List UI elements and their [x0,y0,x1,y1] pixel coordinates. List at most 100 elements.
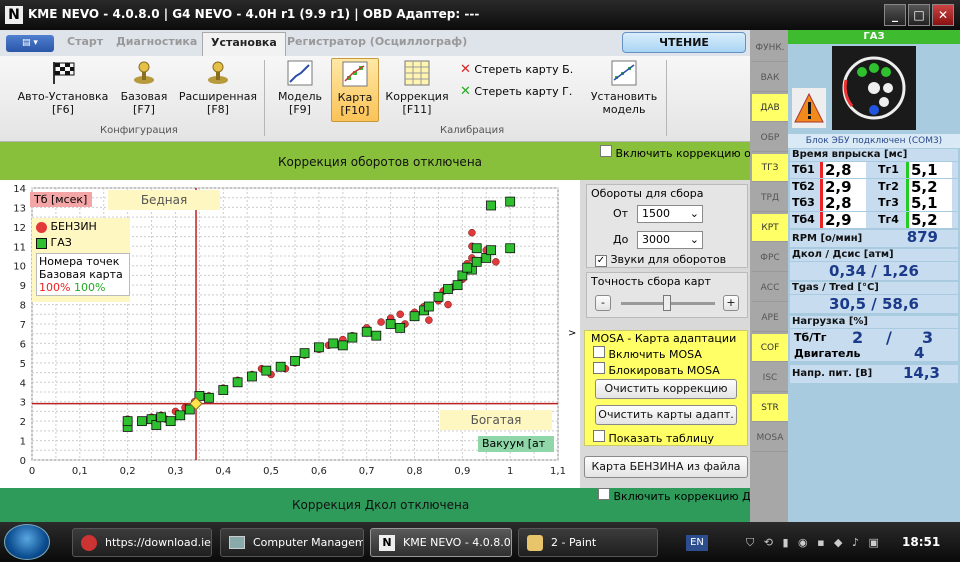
expand-arrow-icon[interactable]: > [568,328,576,339]
taskbar-item-browser-label: https://download.ie... [105,536,212,549]
mosa-group: MOSA - Карта адаптации Включить MOSA Бло… [584,330,748,446]
rich-label: Богатая [440,410,552,430]
rpm-sounds-checkbox[interactable]: ✓ Звуки для оборотов [595,253,726,267]
base-button[interactable]: Базовая [F7] [118,60,170,116]
tab-start[interactable]: Старт [67,35,103,48]
green-x-icon: ✕ [460,84,471,99]
injection-value: 5,2 [906,178,952,195]
tab-setup[interactable]: Установка [202,32,286,56]
side-tab-11[interactable]: ISC [752,364,788,392]
taskbar-item-kme-nevo[interactable]: N KME NEVO - 4.0.8.0 ... [370,528,512,557]
enable-dkol-correction-checkbox[interactable]: Включить коррекцию Д [598,488,751,503]
side-tab-12[interactable]: STR [752,394,788,422]
x-tick-label: 0,9 [454,466,470,477]
petrol-point [492,258,500,266]
side-tab-2[interactable]: ДАВ [752,94,788,122]
tab-recorder[interactable]: Регистратор (Осциллограф) [287,35,467,48]
temperature-value: 30,5 / 58,6 [790,295,958,313]
enable-rpm-correction-checkbox[interactable]: Включить коррекцию о [600,145,751,160]
enable-mosa-checkbox[interactable]: Включить MOSA [593,346,702,361]
tab-diagnostics[interactable]: Диагностика [116,35,197,48]
y-tick-label: 14 [13,184,26,195]
chart-legend: БЕНЗИН ГАЗ Номера точек Базовая карта 10… [32,218,130,302]
x-tick-label: 0,8 [407,466,423,477]
y-tick-label: 4 [20,378,26,389]
side-tab-3[interactable]: ОБР [752,124,788,152]
erase-gas-map-button[interactable]: ✕ Стереть карту Г. [460,84,572,99]
x-tick-label: 0,1 [72,466,88,477]
read-button[interactable]: ЧТЕНИЕ [622,32,746,53]
checkbox-icon [598,488,610,500]
gas-point [486,245,496,256]
ribbon: Авто-Установка [F6] Базовая [F7] Расшире… [0,56,750,142]
side-tab-7[interactable]: ФРС [752,244,788,272]
start-button[interactable] [4,524,50,560]
y-tick-label: 3 [20,398,26,409]
rpm-from-select[interactable]: 1500 ⌄ [637,205,703,223]
show-table-checkbox[interactable]: Показать таблицу [593,430,714,445]
y-tick-label: 12 [13,223,26,234]
precision-group: Точность сбора карт - + [586,272,748,318]
system-tray-icons[interactable]: ⛉ ⟲ ▮ ◉ ▪ ◆ ♪ ▣ [746,536,886,550]
correction-button[interactable]: Коррекция [F11] [384,60,450,116]
petrol-map-from-file-button[interactable]: Карта БЕНЗИНА из файла [584,456,748,478]
taskbar-item-paint[interactable]: 2 - Paint [518,528,658,557]
legend-pct-petrol: 100% [39,281,71,294]
taskbar-item-browser[interactable]: https://download.ie... [72,528,212,557]
config-group-label: Конфигурация [100,125,178,136]
side-tab-6[interactable]: КРТ [752,214,788,242]
side-tab-5[interactable]: ТРД [752,184,788,212]
clock[interactable]: 18:51 [902,535,940,549]
side-tab-0[interactable]: ФУНК. [752,34,788,62]
map-chart[interactable]: 0 0,1 0,2 0,3 0,4 0,5 0,6 0,7 0,8 0,9 1 1,1 0 1 2 3 4 5 6 7… [0,180,580,488]
legend-pct-gas: 100% [73,281,106,294]
gas-point [443,284,453,294]
controls-panel: > Обороты для сбора От 1500 ⌄ До 3000 ⌄ ✓ … [568,180,750,488]
enable-rpm-correction-label: Включить коррекцию о [615,147,751,160]
y-tick-label: 6 [20,339,26,350]
precision-minus-button[interactable]: - [595,295,611,311]
clear-adapt-maps-button[interactable]: Очистить карты адапт. [595,405,737,425]
injection-value: 5,1 [906,162,952,178]
side-tab-13[interactable]: MOSA [752,424,788,452]
maximize-button[interactable]: □ [908,4,930,26]
model-button[interactable]: Модель [F9] [274,60,326,116]
precision-slider-thumb[interactable] [663,295,671,311]
minimize-button[interactable]: _ [884,4,906,26]
vacuum-label: Вакуум [ат [478,436,554,452]
paint-icon [527,535,543,551]
set-model-button[interactable]: Установить модель [586,60,662,116]
gas-point [471,256,482,267]
extended-button[interactable]: Расширенная [F8] [176,60,260,116]
injection-label: Тб2 [790,178,820,195]
side-tab-9[interactable]: АРЕ [752,304,788,332]
injection-label: Тб4 [790,211,820,228]
close-button[interactable]: ✕ [932,4,954,26]
dkol-correction-status: Коррекция Дкол отключена [292,498,470,512]
side-tab-4[interactable]: ТГЗ [752,154,788,182]
erase-petrol-map-button[interactable]: ✕ Стереть карту Б. [460,62,573,77]
clear-correction-button[interactable]: Очистить коррекцию [595,379,737,399]
map-button[interactable]: Карта [F10] [331,58,379,122]
pressure-value: 0,34 / 1,26 [790,262,958,280]
rpm-to-select[interactable]: 3000 ⌄ [637,231,703,249]
extended-label: Расширенная [178,90,258,103]
side-tab-10[interactable]: COF [752,334,788,362]
gas-point [299,348,310,359]
app-menu-button[interactable]: ▤ ▾ [6,35,54,52]
language-indicator[interactable]: EN [686,535,708,551]
model-label: Модель [277,90,323,103]
auto-setup-button[interactable]: Авто-Установка [F6] [12,60,114,116]
taskbar-item-computer-management[interactable]: Computer Management [220,528,364,557]
gas-point [314,342,324,353]
status-panel: ГАЗ Блок ЭБУ подключен (COM3) Время впры… [788,30,960,522]
precision-plus-button[interactable]: + [723,295,739,311]
dkol-correction-bar: Коррекция Дкол отключена Включить коррек… [0,488,751,522]
load-tb-label: Тб/Тг [794,331,827,344]
base-label: Базовая [120,90,168,103]
side-tab-8[interactable]: АСС [752,274,788,302]
side-tab-1[interactable]: ВАК [752,64,788,92]
ribbon-separator [666,60,667,136]
block-mosa-checkbox[interactable]: Блокировать MOSA [593,362,720,377]
legend-points-title: Номера точек [39,255,120,268]
